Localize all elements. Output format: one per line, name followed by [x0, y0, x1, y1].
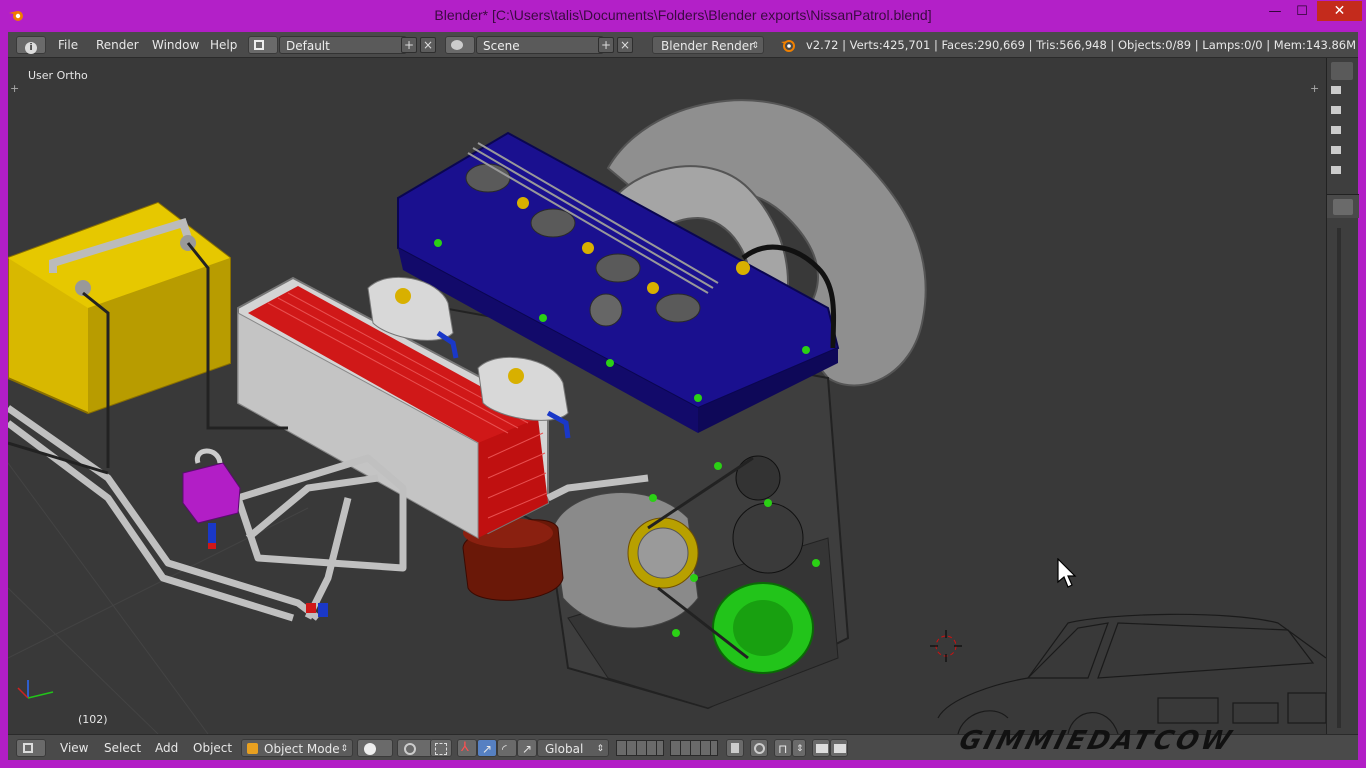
- add-layout-button[interactable]: +: [401, 37, 417, 53]
- camera-icon[interactable]: [1331, 126, 1341, 134]
- lock-icon: [731, 743, 739, 753]
- window-bottom-border: [0, 760, 1366, 768]
- title-bar[interactable]: Blender* [C:\Users\talis\Documents\Folde…: [0, 0, 1366, 30]
- blender-window: Blender* [C:\Users\talis\Documents\Folde…: [0, 0, 1366, 768]
- camera-icon[interactable]: [1331, 86, 1341, 94]
- mode-dropdown[interactable]: Object Mode ⇕: [241, 739, 353, 757]
- camera-render-icon: [816, 744, 828, 753]
- blender-small-icon: [781, 40, 795, 52]
- mouse-pointer-icon: [1057, 558, 1077, 588]
- properties-scrollbar[interactable]: [1337, 228, 1341, 728]
- snap-toggle[interactable]: ⊓: [774, 739, 792, 757]
- remove-layout-button[interactable]: ×: [420, 37, 436, 53]
- camera-icon[interactable]: [1331, 106, 1341, 114]
- translate-manipulator-button[interactable]: ↗: [477, 739, 497, 757]
- frame-number: (102): [78, 713, 108, 726]
- arrow-icon: ↗: [482, 742, 493, 756]
- render-still-button[interactable]: [812, 739, 830, 757]
- scene-name-field[interactable]: Scene: [476, 36, 604, 54]
- viewport-shading-dropdown[interactable]: [357, 739, 393, 757]
- screen-layout-selector[interactable]: [248, 36, 278, 54]
- minimize-button[interactable]: —: [1262, 2, 1288, 24]
- render-animation-button[interactable]: [830, 739, 848, 757]
- clapper-icon: [834, 744, 846, 753]
- engine-render: [8, 99, 1326, 734]
- remove-scene-button[interactable]: ×: [617, 37, 633, 53]
- menu-add[interactable]: Add: [155, 739, 178, 757]
- render-engine-dropdown[interactable]: Blender Render ⇕: [652, 36, 764, 54]
- cube-icon: [23, 743, 33, 753]
- info-header: i File Render Window Help Default + × Sc…: [8, 32, 1358, 58]
- reference-car-sketch: [937, 613, 1326, 734]
- transform-manipulator-toggle[interactable]: ⅄: [457, 739, 477, 757]
- orientation-label: Global: [545, 742, 584, 756]
- manipulator-toggle[interactable]: [430, 739, 452, 757]
- menu-file[interactable]: File: [58, 36, 78, 54]
- maximize-button[interactable]: ☐: [1289, 2, 1315, 24]
- rotate-arc-icon: ◜: [502, 742, 507, 756]
- proportional-icon: [754, 743, 765, 754]
- updown-arrows-icon: ⇕: [596, 744, 604, 754]
- manipulator-icon: [435, 743, 447, 755]
- 3d-cursor: [930, 630, 962, 662]
- camera-icon[interactable]: [1331, 166, 1341, 174]
- proportional-editing-button[interactable]: [750, 739, 768, 757]
- scene-stats: v2.72 | Verts:425,701 | Faces:290,669 | …: [806, 38, 1357, 52]
- battery: [8, 201, 231, 415]
- editor-type-info-button[interactable]: i: [16, 36, 46, 54]
- window-title: Blender* [C:\Users\talis\Documents\Folde…: [434, 7, 932, 23]
- properties-header[interactable]: [1327, 194, 1359, 218]
- axis-arrows-icon: ⅄: [461, 740, 469, 755]
- transform-orientation-dropdown[interactable]: Global ⇕: [537, 739, 609, 757]
- render-engine-label: Blender Render: [661, 39, 755, 53]
- updown-arrows-icon: ⇕: [751, 41, 759, 51]
- mode-label: Object Mode: [264, 742, 340, 756]
- layer-buttons-b[interactable]: [670, 740, 718, 756]
- rotate-manipulator-button[interactable]: ◜: [497, 739, 517, 757]
- menu-select[interactable]: Select: [104, 739, 141, 757]
- 3d-viewport[interactable]: User Ortho + + (102): [8, 58, 1326, 734]
- object-mode-icon: [247, 743, 258, 754]
- properties-editor-icon[interactable]: [1333, 199, 1353, 215]
- menu-render[interactable]: Render: [96, 36, 139, 54]
- layer-lock-button[interactable]: [726, 739, 744, 757]
- watermark-text: GIMMIEDATCOW: [955, 726, 1238, 756]
- shading-sphere-icon: [364, 743, 376, 755]
- close-button[interactable]: ✕: [1317, 1, 1362, 21]
- updown-arrows-icon: ⇕: [796, 744, 804, 754]
- info-icon: i: [25, 42, 37, 54]
- layout-name-field[interactable]: Default: [279, 36, 407, 54]
- updown-arrows-icon: ⇕: [340, 744, 348, 754]
- outliner-header[interactable]: [1331, 62, 1353, 80]
- axis-gizmo-icon: [17, 680, 54, 699]
- scene-icon: [451, 40, 463, 50]
- menu-object[interactable]: Object: [193, 739, 232, 757]
- menu-help[interactable]: Help: [210, 36, 237, 54]
- add-scene-button[interactable]: +: [598, 37, 614, 53]
- pivot-point-dropdown[interactable]: [397, 739, 433, 757]
- scale-manipulator-button[interactable]: ↗: [517, 739, 537, 757]
- scene-selector[interactable]: [445, 36, 475, 54]
- layout-grid-icon: [254, 40, 264, 50]
- scale-icon: ↗: [522, 742, 533, 756]
- snap-element-dropdown[interactable]: ⇕: [792, 739, 806, 757]
- menu-view[interactable]: View: [60, 739, 88, 757]
- menu-window[interactable]: Window: [152, 36, 199, 54]
- camera-icon[interactable]: [1331, 146, 1341, 154]
- pivot-icon: [404, 743, 416, 755]
- layer-buttons-a[interactable]: [616, 740, 664, 756]
- magnet-icon: ⊓: [778, 742, 788, 756]
- outliner-properties-strip[interactable]: [1326, 58, 1359, 734]
- editor-type-3dview-button[interactable]: [16, 739, 46, 757]
